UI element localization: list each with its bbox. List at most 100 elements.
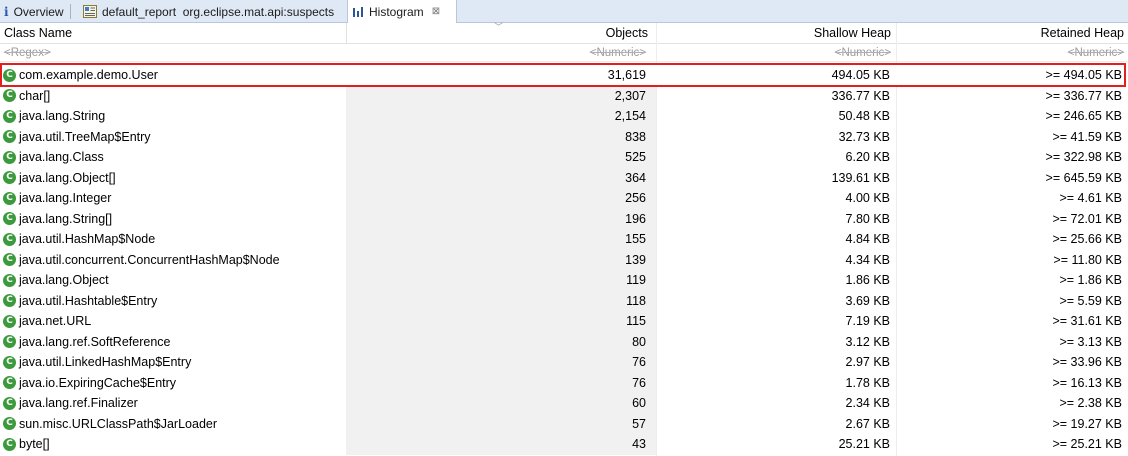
class-name-cell: Cjava.lang.String — [0, 106, 346, 127]
retained-heap-cell: >= 645.59 KB — [1045, 170, 1122, 185]
column-header-objects[interactable]: Objects — [346, 23, 648, 44]
retained-heap-filter-placeholder: <Numeric> — [1067, 47, 1124, 59]
class-name-cell: Cbyte[] — [0, 434, 346, 455]
table-row[interactable]: Cjava.util.HashMap$Node 155 4.84 KB >= 25.6… — [0, 229, 1128, 250]
column-header-retained-heap[interactable]: Retained Heap — [896, 23, 1124, 44]
objects-cell: 139 — [346, 249, 656, 270]
retained-heap-cell: >= 31.61 KB — [1052, 314, 1122, 328]
class-name-label: com.example.demo.User — [19, 68, 158, 82]
info-icon: i — [4, 4, 9, 19]
class-icon: C — [3, 150, 16, 164]
tab-overview[interactable]: i Overview — [0, 0, 79, 23]
class-icon: C — [3, 171, 16, 184]
objects-filter-input[interactable]: <Numeric> — [346, 44, 646, 62]
table-row[interactable]: Cjava.io.ExpiringCache$Entry 76 1.78 KB >= … — [0, 372, 1128, 393]
shallow-heap-cell: 6.20 KB — [845, 150, 890, 164]
class-icon: C — [3, 89, 16, 102]
class-name-label: java.util.Hashtable$Entry — [19, 293, 158, 308]
retained-heap-cell: >= 322.98 KB — [1045, 150, 1122, 164]
class-name-label: byte[] — [19, 437, 50, 451]
shallow-heap-cell: 32.73 KB — [838, 129, 890, 144]
table-row[interactable]: Cjava.lang.ref.SoftReference 80 3.12 KB >= … — [0, 331, 1128, 352]
class-icon: C — [3, 335, 16, 348]
class-name-label: sun.misc.URLClassPath$JarLoader — [19, 416, 218, 431]
shallow-heap-cell: 4.84 KB — [845, 232, 890, 246]
table-row[interactable]: Cjava.lang.Object 119 1.86 KB >= 1.86 KB — [0, 270, 1128, 291]
class-icon: C — [3, 68, 16, 82]
objects-cell: 838 — [346, 126, 656, 147]
shallow-heap-cell: 4.00 KB — [845, 191, 890, 205]
objects-cell: 2,154 — [346, 106, 656, 127]
table-row[interactable]: Cjava.lang.Object[] 364 139.61 KB >= 645.59… — [0, 167, 1128, 188]
objects-cell: 31,619 — [346, 65, 656, 86]
class-icon: C — [3, 376, 16, 389]
close-tab-icon[interactable]: ⊠ — [432, 6, 440, 17]
class-name-label: java.util.concurrent.ConcurrentHashMap$N… — [19, 252, 280, 267]
objects-cell: 76 — [346, 352, 656, 373]
retained-heap-filter-input[interactable]: <Numeric> — [896, 44, 1124, 62]
class-name-cell: Cjava.lang.String[] — [0, 209, 346, 230]
table-row[interactable]: Cbyte[] 43 25.21 KB >= 25.21 KB — [0, 434, 1128, 455]
class-name-cell: Cjava.util.HashMap$Node — [0, 229, 346, 250]
histogram-icon — [352, 6, 364, 18]
shallow-heap-cell: 7.19 KB — [845, 314, 890, 328]
retained-heap-cell: >= 5.59 KB — [1059, 293, 1122, 308]
class-name-label: java.lang.Integer — [19, 191, 112, 205]
tab-default-report[interactable]: default_report org.eclipse.mat.api:suspe… — [79, 0, 347, 23]
class-name-label: java.util.TreeMap$Entry — [19, 129, 151, 144]
retained-heap-cell: >= 1.86 KB — [1059, 273, 1122, 287]
table-row[interactable]: Cjava.lang.ref.Finalizer 60 2.34 KB >= 2.38… — [0, 393, 1128, 414]
table-row[interactable]: Cjava.lang.Integer 256 4.00 KB >= 4.61 KB — [0, 188, 1128, 209]
objects-cell: 364 — [346, 167, 656, 188]
class-name-cell: Cjava.util.concurrent.ConcurrentHashMap$… — [0, 250, 346, 271]
retained-heap-cell: >= 4.61 KB — [1059, 191, 1122, 205]
table-row[interactable]: Ccom.example.demo.User 31,619 494.05 KB >= … — [0, 65, 1128, 86]
class-name-label: java.lang.ref.SoftReference — [19, 334, 171, 349]
filter-row: <Regex> <Numeric> <Numeric> <Numeric> — [0, 44, 1128, 62]
report-icon — [83, 5, 97, 18]
class-icon: C — [3, 396, 16, 410]
shallow-heap-cell: 25.21 KB — [838, 437, 890, 451]
shallow-heap-cell: 2.67 KB — [845, 416, 890, 431]
shallow-heap-cell: 336.77 KB — [831, 88, 890, 103]
class-name-cell: Cjava.net.URL — [0, 311, 346, 332]
class-icon: C — [3, 212, 16, 225]
objects-cell: 60 — [346, 393, 656, 414]
class-name-label: java.io.ExpiringCache$Entry — [19, 375, 177, 390]
shallow-heap-filter-placeholder: <Numeric> — [834, 47, 891, 59]
shallow-heap-cell: 1.78 KB — [845, 375, 890, 390]
class-name-label: java.lang.Object — [19, 273, 109, 287]
objects-cell: 115 — [346, 311, 656, 332]
class-name-cell: Cjava.lang.ref.Finalizer — [0, 393, 346, 414]
objects-cell: 119 — [346, 270, 656, 291]
column-header-shallow-heap[interactable]: Shallow Heap — [656, 23, 891, 44]
table-row[interactable]: Cjava.net.URL 115 7.19 KB >= 31.61 KB — [0, 311, 1128, 332]
tab-histogram[interactable]: Histogram ⊠ — [347, 0, 457, 23]
retained-heap-cell: >= 494.05 KB — [896, 65, 1128, 86]
objects-cell: 118 — [346, 290, 656, 311]
class-name-filter-input[interactable]: <Regex> — [4, 44, 344, 62]
table-row[interactable]: Cchar[] 2,307 336.77 KB >= 336.77 KB — [0, 85, 1128, 106]
class-icon: C — [3, 253, 16, 266]
retained-heap-cell: >= 33.96 KB — [1052, 355, 1122, 369]
table-row[interactable]: Cjava.lang.String 2,154 50.48 KB >= 246.65 … — [0, 106, 1128, 127]
table-row[interactable]: Cjava.util.concurrent.ConcurrentHashMap$… — [0, 249, 1128, 271]
shallow-heap-cell: 3.69 KB — [845, 293, 890, 308]
class-name-label: java.lang.String[] — [19, 211, 113, 226]
class-icon: C — [3, 130, 16, 143]
class-icon: C — [3, 355, 16, 369]
shallow-heap-filter-input[interactable]: <Numeric> — [656, 44, 891, 62]
table-row[interactable]: Cjava.util.Hashtable$Entry 118 3.69 KB >= 5… — [0, 290, 1128, 311]
retained-heap-cell: >= 3.13 KB — [1059, 334, 1122, 349]
table-row[interactable]: Cjava.util.TreeMap$Entry 838 32.73 KB >= 41… — [0, 126, 1128, 147]
column-header-class-name[interactable]: Class Name — [4, 23, 344, 44]
shallow-heap-cell: 4.34 KB — [845, 252, 890, 267]
table-row[interactable]: Cjava.lang.Class 525 6.20 KB >= 322.98 KB — [0, 147, 1128, 168]
class-name-label: java.util.HashMap$Node — [19, 232, 156, 246]
class-name-label: java.net.URL — [19, 314, 92, 328]
table-row[interactable]: Cjava.util.LinkedHashMap$Entry 76 2.97 KB >… — [0, 352, 1128, 373]
objects-cell: 57 — [346, 413, 656, 434]
shallow-heap-cell: 2.97 KB — [845, 355, 890, 369]
table-row[interactable]: Csun.misc.URLClassPath$JarLoader 57 2.67 K… — [0, 413, 1128, 434]
table-row[interactable]: Cjava.lang.String[] 196 7.80 KB >= 72.01 KB — [0, 208, 1128, 230]
